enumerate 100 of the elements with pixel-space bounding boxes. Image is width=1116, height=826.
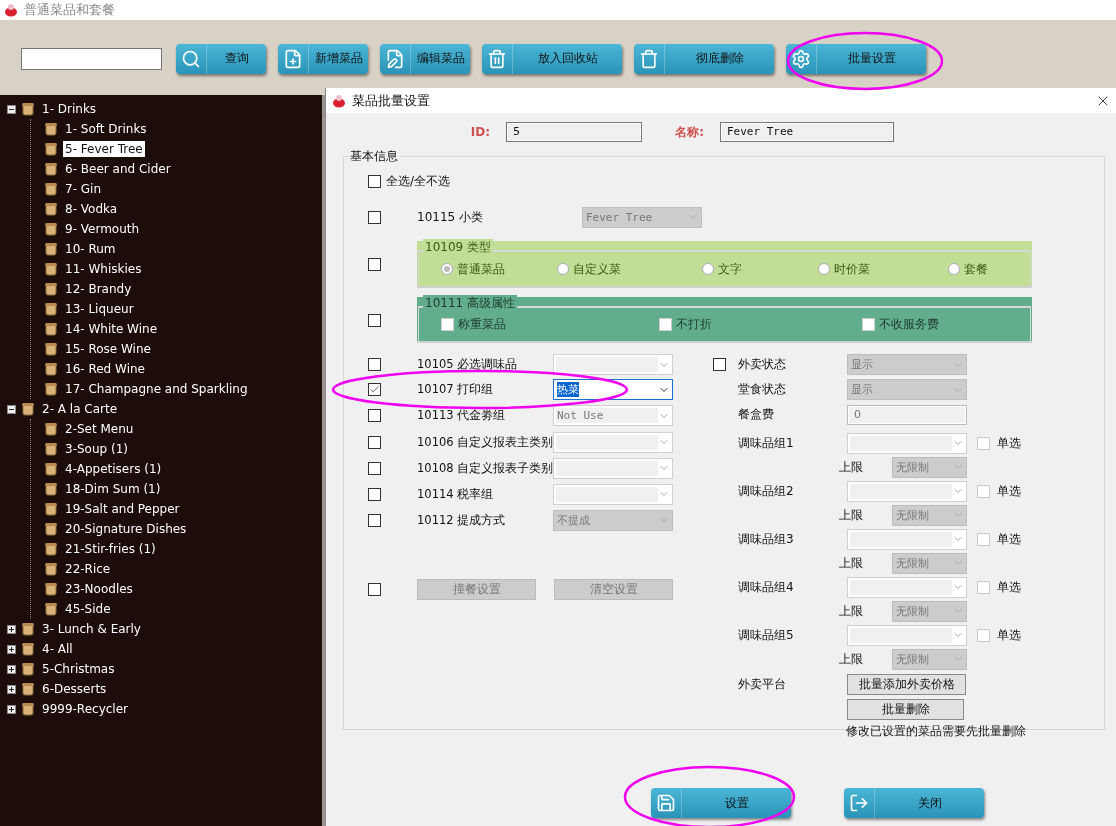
tree-item[interactable]: 12- Brandy [63,281,134,297]
parchment-icon [44,222,58,236]
file-plus-icon [283,48,303,69]
radio-button[interactable] [702,263,714,275]
tree-item[interactable]: 15- Rose Wine [63,341,153,357]
parchment-icon [44,282,58,296]
add-price-button[interactable]: 批量添加外卖价格 [847,673,966,695]
search-button[interactable]: 查询 [176,43,266,74]
tree-item[interactable]: 45-Side [63,601,113,617]
expand-icon[interactable] [7,684,16,694]
recycle-button[interactable]: 放入回收站 [482,43,622,74]
checkbox-label: 单选 [997,530,1021,548]
text-field[interactable]: 0 [847,404,967,425]
tree-item[interactable]: 17- Champagne and Sparkling [63,381,250,397]
field-label: 外卖状态 [738,356,787,373]
tree-item[interactable]: 4- All [40,641,75,657]
checkbox[interactable] [368,174,381,188]
id-field[interactable]: 5 [506,122,642,142]
tree-item[interactable]: 5- Fever Tree [63,141,145,157]
collapse-icon[interactable] [7,104,16,114]
tree-item[interactable]: 8- Vodka [63,201,120,217]
dropdown[interactable]: 热菜 [553,379,673,400]
tree-item[interactable]: 18-Dim Sum (1) [63,481,163,497]
tree-item[interactable]: 9999-Recycler [40,701,130,717]
checkbox-label: 单选 [997,578,1021,596]
parchment-icon [44,322,58,336]
add-button[interactable]: 新增菜品 [278,43,368,74]
tree-item[interactable]: 21-Stir-fries (1) [63,541,158,557]
tree-item[interactable]: 3-Soup (1) [63,441,130,457]
delete-button[interactable]: 批量删除 [847,698,964,720]
checkbox[interactable] [368,258,381,271]
parchment-icon [44,122,58,136]
tree-item[interactable]: 10- Rum [63,241,118,257]
tree-item[interactable]: 2- A la Carte [40,401,120,417]
tree-item[interactable]: 9- Vermouth [63,221,142,237]
radio-button[interactable] [557,263,569,275]
radio-button[interactable] [441,263,453,275]
checkbox[interactable] [368,582,381,596]
expand-icon[interactable] [7,664,16,674]
checkbox[interactable] [368,409,381,422]
parchment-icon [21,662,35,676]
tree-item[interactable]: 22-Rice [63,561,113,577]
checkbox[interactable] [368,313,381,327]
tree-item[interactable]: 23-Noodles [63,581,135,597]
parchment-icon [44,382,58,396]
tree-item[interactable]: 6-Desserts [40,681,109,697]
edit-button[interactable]: 编辑菜品 [380,43,470,74]
field-label: 10113 代金劵组 [417,408,507,423]
checkbox[interactable] [368,487,381,501]
batch-button[interactable]: 批量设置 [786,43,926,74]
field-label: 上限 [839,554,864,572]
radio-button[interactable] [948,263,960,275]
field-label: 10105 必选调味品 [417,357,519,372]
radio-label: 套餐 [964,260,988,278]
search-field[interactable] [21,47,162,70]
field-label: 10114 税率组 [417,486,495,502]
exit-icon [849,793,869,813]
checkbox[interactable] [368,461,381,475]
parchment-icon [44,562,58,576]
checkbox[interactable] [713,358,726,371]
tree-item[interactable]: 1- Soft Drinks [63,121,149,137]
field-label: 餐盒费 [738,406,775,423]
collapse-icon[interactable] [7,404,16,414]
parchment-icon [21,702,35,716]
tree-item[interactable]: 13- Liqueur [63,301,136,317]
tree-item[interactable]: 6- Beer and Cider [63,161,173,177]
tree-item[interactable]: 2-Set Menu [63,421,136,437]
checkbox[interactable] [368,358,381,371]
parchment-icon [44,242,58,256]
field-label: 调味品组4 [738,578,795,596]
tree-item[interactable]: 1- Drinks [40,101,99,117]
radio-button[interactable] [818,263,830,275]
checkbox-label: 不收服务费 [879,316,939,333]
tree-item[interactable]: 19-Salt and Pepper [63,501,182,517]
expand-icon[interactable] [7,644,16,654]
save-button[interactable]: 设置 [651,788,791,818]
delete-button[interactable]: 彻底删除 [634,43,774,74]
checkbox-label: 全选/全不选 [386,172,451,190]
checkbox-label: 单选 [997,482,1021,500]
dropdown[interactable]: Not Use [553,405,673,426]
tree-item[interactable]: 11- Whiskies [63,261,144,277]
exit-button[interactable]: 关闭 [844,788,984,818]
tree-item[interactable]: 7- Gin [63,181,104,197]
field-label: 上限 [839,650,864,668]
field-label: 调味品组1 [738,434,795,452]
tree-item[interactable]: 14- White Wine [63,321,160,337]
search-icon [181,48,201,69]
tree-item[interactable]: 16- Red Wine [63,361,147,377]
expand-icon[interactable] [7,624,16,634]
parchment-icon [21,102,35,116]
tree-item[interactable]: 3- Lunch & Early [40,621,143,637]
field-label: 上限 [839,506,864,524]
checkbox-label: 单选 [997,434,1021,452]
name-field[interactable]: Fever Tree [720,122,894,142]
tree-item[interactable]: 5-Christmas [40,661,117,677]
checkbox[interactable] [368,435,381,449]
tree-item[interactable]: 4-Appetisers (1) [63,461,164,477]
tree-item[interactable]: 20-Signature Dishes [63,521,189,537]
expand-icon[interactable] [7,704,16,714]
checkbox[interactable] [368,383,381,396]
